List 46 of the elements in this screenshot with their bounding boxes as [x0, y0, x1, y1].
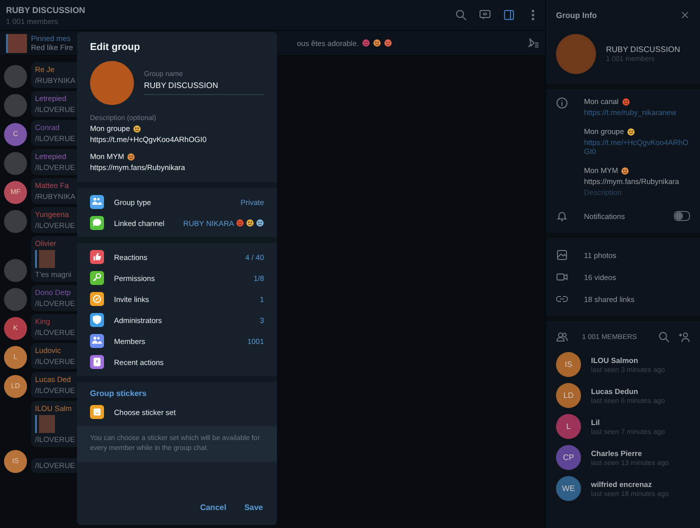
emoji-icon: [627, 128, 636, 136]
search-icon[interactable]: [455, 9, 467, 21]
emoji-icon: [362, 39, 370, 47]
emoji-icon: [246, 219, 254, 227]
search-icon[interactable]: [658, 331, 670, 343]
add-member-icon[interactable]: [678, 331, 690, 343]
avatar-photo: [4, 94, 27, 117]
initials-avatar: WE: [556, 476, 581, 501]
avatar-photo: [4, 288, 27, 311]
save-button[interactable]: Save: [240, 500, 267, 515]
section-heading: Group stickers: [90, 389, 148, 398]
emoji-icon: [384, 39, 392, 47]
emoji-icon: [621, 166, 630, 174]
avatar-photo: [4, 210, 27, 233]
emoji-icon: [256, 219, 264, 227]
initials-avatar: LD: [556, 383, 581, 408]
avatar-photo: [4, 259, 27, 282]
sidebar-icon[interactable]: [503, 9, 515, 21]
panel-title: Group Info: [556, 10, 597, 20]
members-icon: [556, 331, 568, 343]
emoji-icon: [127, 152, 136, 160]
emoji-icon: [622, 98, 630, 106]
info-icon: [556, 97, 568, 109]
voice-chat-icon[interactable]: [479, 9, 491, 21]
emoji-icon: [236, 219, 244, 227]
bell-icon: [556, 210, 568, 222]
photo-icon: [556, 249, 568, 261]
close-icon[interactable]: [680, 10, 690, 20]
notifications-toggle[interactable]: [674, 211, 690, 221]
initials-avatar: L: [556, 414, 581, 439]
chat-title: RUBY DISCUSSION: [6, 4, 86, 14]
avatar-photo: [4, 65, 27, 88]
group-avatar-photo[interactable]: [90, 61, 134, 105]
pin-list-icon[interactable]: [527, 37, 539, 49]
group-avatar-photo: [556, 34, 596, 74]
cancel-button[interactable]: Cancel: [196, 500, 230, 515]
initials-avatar: IS: [556, 352, 581, 377]
pinned-thumbnail: [6, 34, 27, 52]
avatar-photo: [4, 152, 27, 175]
initials-avatar: CP: [556, 445, 581, 470]
emoji-icon: [372, 39, 381, 47]
video-camera-icon: [556, 271, 568, 283]
emoji-icon: [133, 124, 142, 132]
dialog-title: Edit group: [89, 41, 141, 55]
group-name: RUBY DISCUSSION: [606, 45, 682, 54]
link-icon: [556, 293, 568, 305]
